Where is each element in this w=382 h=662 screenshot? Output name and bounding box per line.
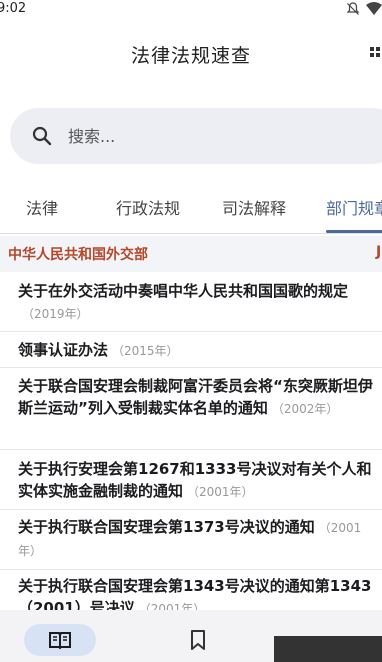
section-title: 中华人民共和国外交部 [8, 247, 148, 263]
tab-department-rules[interactable]: 部门规章 [326, 186, 382, 234]
item-year: （2019年） [22, 307, 89, 321]
overlay-bar [274, 636, 382, 662]
tab-judicial-interpretations[interactable]: 司法解释 [222, 186, 286, 234]
wifi-icon [366, 2, 382, 15]
status-time: 9:02 [0, 1, 27, 16]
tab-administrative-regulations[interactable]: 行政法规 [116, 186, 180, 234]
search-bar[interactable] [10, 108, 382, 164]
item-title: 关于执行联合国安理会第1373号决议的通知 [18, 518, 315, 536]
item-title: 领事认证办法 [18, 341, 109, 359]
item-title: 关于在外交活动中奏唱中华人民共和国国歌的规定 [18, 282, 349, 300]
grid-icon[interactable] [370, 45, 382, 61]
list-item[interactable]: 关于在外交活动中奏唱中华人民共和国国歌的规定 （2019年） [0, 272, 382, 332]
status-bar: 9:02 [0, 0, 382, 20]
notifications-off-icon [346, 2, 360, 15]
search-icon [32, 126, 52, 146]
app-title: 法律法规速查 [130, 45, 251, 67]
category-tabs: 法律 行政法规 司法解释 部门规章 [0, 186, 382, 234]
active-tab-indicator [326, 230, 382, 233]
item-year: （2015年） [112, 344, 179, 358]
tab-laws[interactable]: 法律 [26, 186, 58, 234]
item-year: （2002年） [271, 402, 339, 416]
search-input[interactable] [68, 122, 328, 150]
list-item[interactable]: 领事认证办法 （2015年） [0, 332, 382, 368]
list-item[interactable]: 关于联合国安理会制裁阿富汗委员会将“东突厥斯坦伊斯兰运动”列入受制裁实体名单的通… [0, 368, 382, 450]
section-trailing-mark: J [376, 244, 382, 260]
book-icon [49, 632, 71, 650]
list-item[interactable]: 关于执行联合国安理会第1373号决议的通知 （2001年） [0, 510, 382, 570]
status-icons [346, 2, 382, 16]
item-year: （2001年） [187, 485, 254, 499]
section-header[interactable]: 中华人民共和国外交部 J [0, 236, 382, 272]
nav-home-button[interactable] [24, 624, 96, 656]
bookmark-icon[interactable] [190, 630, 206, 650]
list-item[interactable]: 关于执行安理会第1267和1333号决议对有关个人和实体实施金融制裁的通知 （20… [0, 450, 382, 510]
